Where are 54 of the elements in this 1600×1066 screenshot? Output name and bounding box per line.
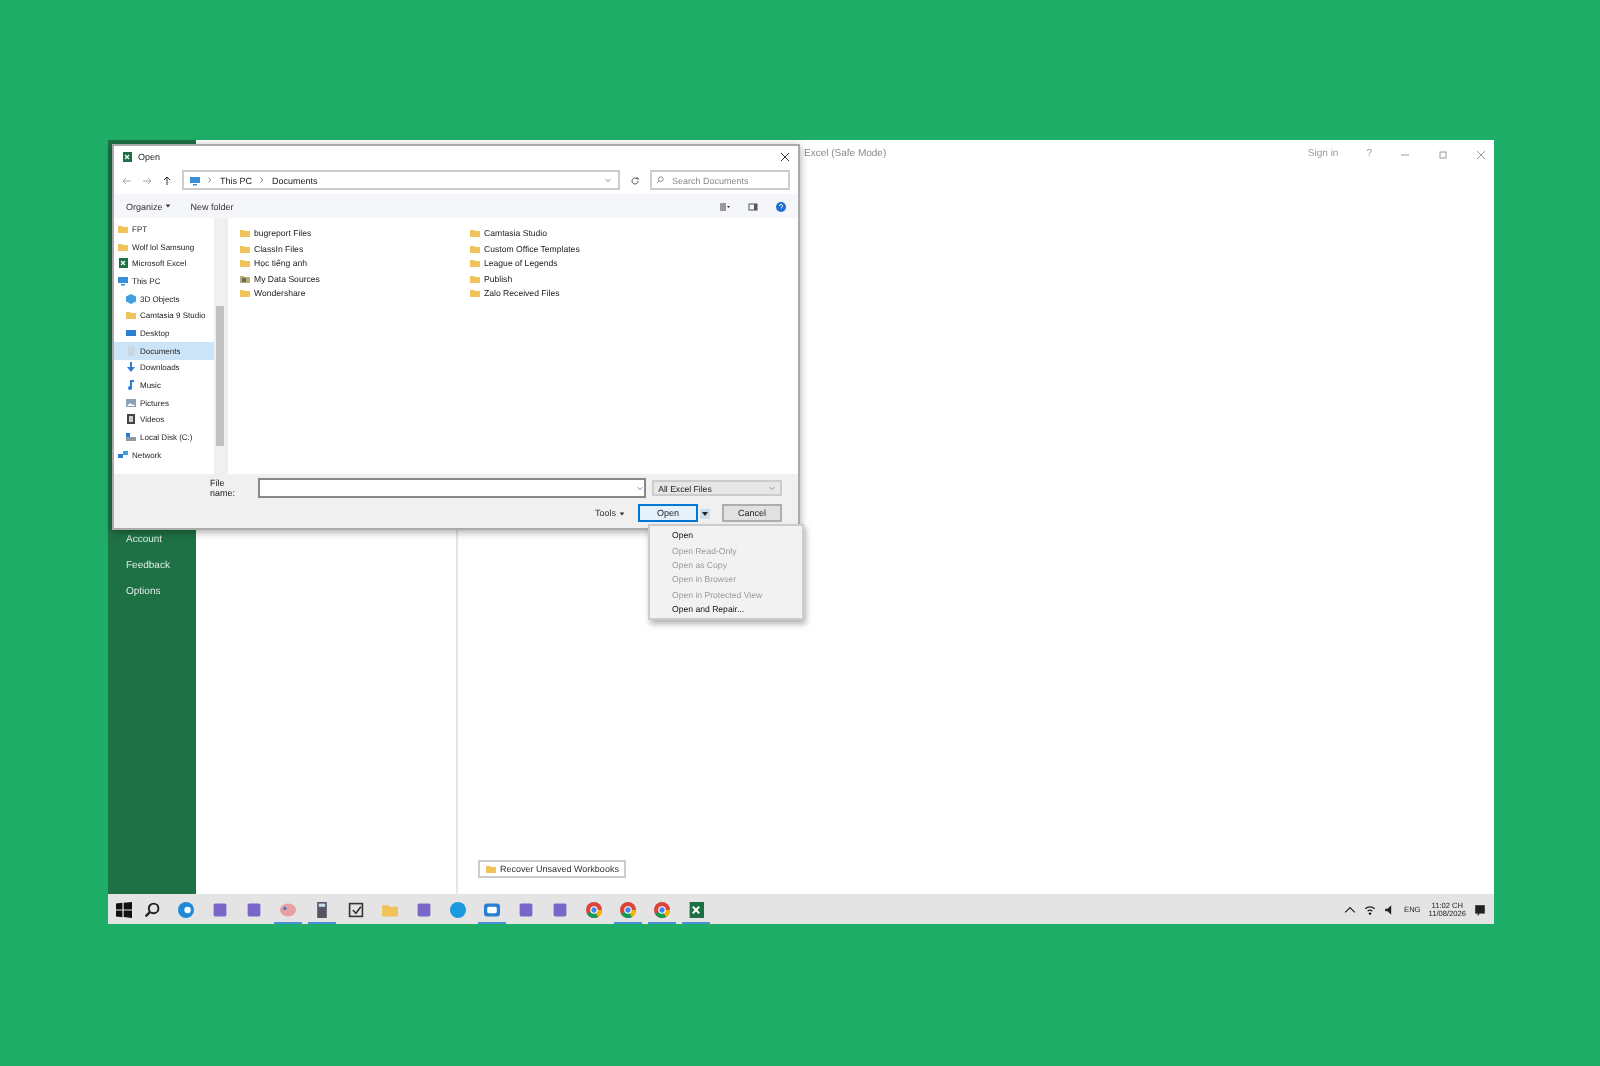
- dropdown-caret-icon[interactable]: [604, 176, 612, 184]
- folder-icon: [382, 901, 398, 917]
- chat-bubble-icon: [450, 901, 466, 917]
- film-icon: [126, 414, 136, 425]
- app-icon: [518, 901, 534, 917]
- spreadsheet-icon: [688, 901, 704, 917]
- view-options-icon[interactable]: [720, 201, 730, 211]
- file-name-field[interactable]: [257, 478, 647, 498]
- search-icon: [656, 176, 664, 184]
- document-icon: [126, 345, 136, 356]
- app-icon: [416, 901, 432, 917]
- notification-icon[interactable]: [1474, 903, 1486, 915]
- calculator-icon: [314, 901, 330, 917]
- folder-icon: [240, 288, 250, 299]
- database-folder-icon: [240, 273, 250, 284]
- app-icon: [552, 901, 568, 917]
- browser-icon: [654, 901, 670, 917]
- download-arrow-icon: [126, 362, 136, 373]
- folder-icon: [126, 310, 136, 321]
- caret-icon: [618, 509, 626, 517]
- search-icon: [144, 901, 160, 917]
- palette-icon: [280, 901, 296, 917]
- checkbox-icon: [348, 901, 364, 917]
- app-icon: [212, 901, 228, 917]
- browser-icon: [586, 901, 602, 917]
- drive-icon: [126, 432, 136, 443]
- browser-icon: [178, 901, 194, 917]
- help-icon[interactable]: [776, 201, 786, 211]
- network-icon: [118, 449, 128, 460]
- forward-arrow-icon[interactable]: [142, 175, 152, 185]
- picture-icon: [126, 397, 136, 408]
- monitor-icon: [118, 275, 128, 286]
- close-icon[interactable]: [780, 151, 790, 161]
- windows-logo-icon[interactable]: [116, 901, 132, 917]
- refresh-icon[interactable]: [630, 175, 640, 185]
- browser-icon: [620, 901, 636, 917]
- monitor-icon: [190, 175, 200, 185]
- speaker-icon[interactable]: [1384, 903, 1397, 915]
- dropdown-caret-icon[interactable]: [636, 484, 645, 492]
- wifi-icon[interactable]: [1364, 903, 1377, 915]
- dropdown-arrow-icon[interactable]: [700, 505, 710, 521]
- spreadsheet-icon: [118, 258, 128, 269]
- spreadsheet-icon: [122, 151, 132, 161]
- restore-icon[interactable]: [1438, 149, 1448, 159]
- up-arrow-icon[interactable]: [162, 175, 172, 185]
- app-icon: [246, 901, 262, 917]
- folder-icon: [486, 864, 496, 874]
- chevron-up-icon[interactable]: [1344, 903, 1357, 915]
- cube-icon: [126, 293, 136, 304]
- desktop-icon: [126, 327, 136, 338]
- back-arrow-icon[interactable]: [122, 175, 132, 185]
- music-note-icon: [126, 380, 136, 391]
- preview-pane-icon[interactable]: [748, 201, 758, 211]
- chat-app-icon: [484, 901, 500, 917]
